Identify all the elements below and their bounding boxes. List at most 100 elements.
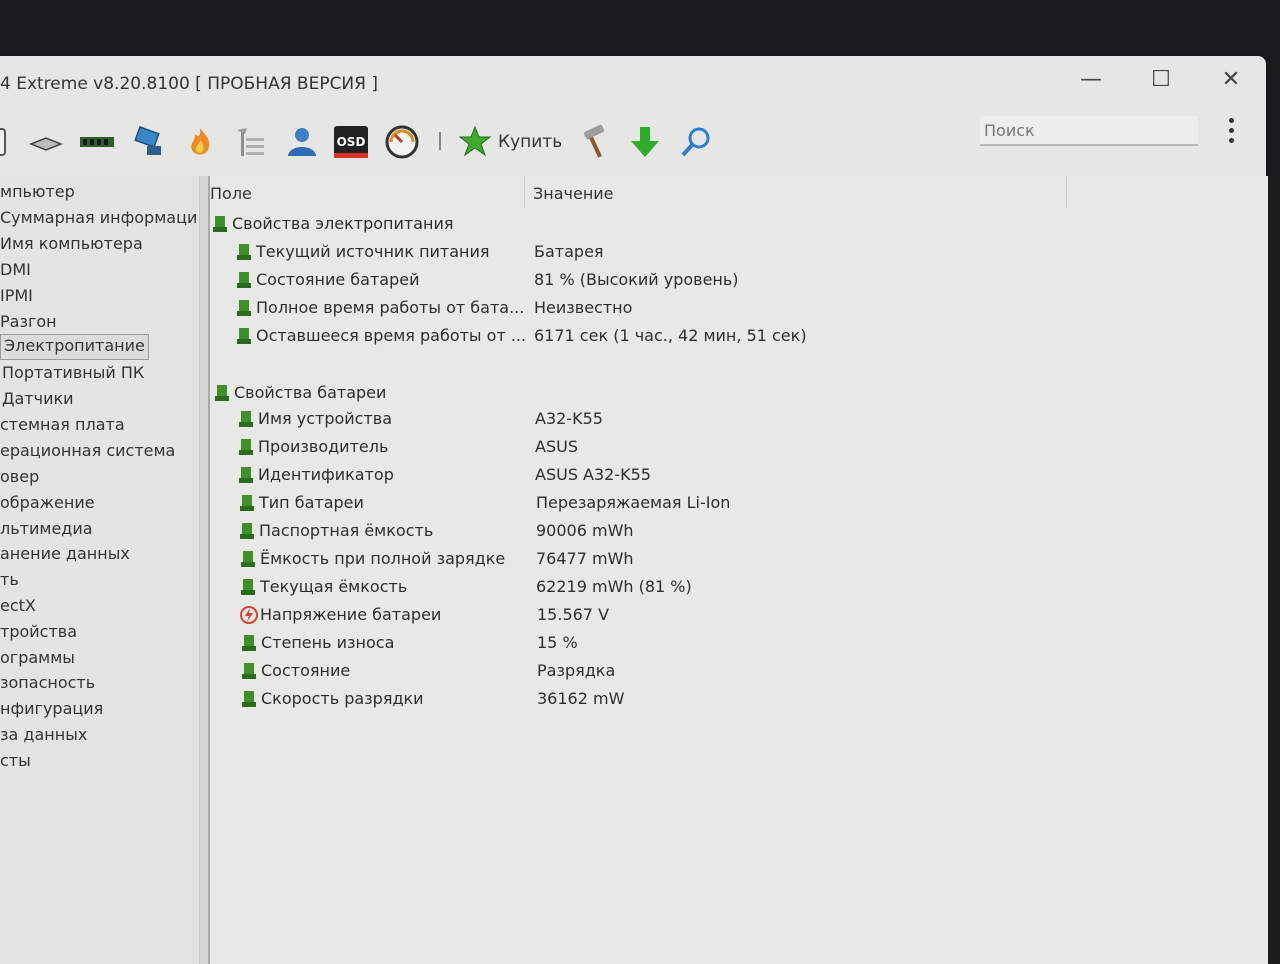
field-name: Степень износа bbox=[261, 633, 395, 652]
field-value: 6171 сек (1 час., 42 мин, 51 сек) bbox=[534, 326, 807, 345]
field-name: Ёмкость при полной зарядке bbox=[260, 549, 506, 568]
field-value: ASUS bbox=[535, 437, 578, 456]
search-icon bbox=[681, 127, 710, 157]
table-row[interactable]: Состояние Разрядка bbox=[210, 658, 1210, 684]
motherboard-icon bbox=[28, 137, 64, 151]
field-name: Идентификатор bbox=[258, 465, 394, 484]
table-row[interactable]: Оставшееся время работы от ... 6171 сек … bbox=[210, 323, 1210, 349]
svg-text:OSD: OSD bbox=[337, 135, 366, 149]
field-value: 36162 mW bbox=[537, 689, 625, 708]
tree-item-ipmi[interactable]: IPMI bbox=[0, 284, 33, 308]
tree-item-display[interactable]: ображение bbox=[0, 491, 95, 515]
network-button[interactable] bbox=[129, 122, 169, 162]
table-row[interactable]: Текущий источник питания Батарея bbox=[210, 239, 1210, 265]
motherboard-button[interactable] bbox=[26, 122, 66, 162]
tree-item-sensors[interactable]: Датчики bbox=[2, 387, 74, 411]
burn-button[interactable] bbox=[180, 122, 220, 162]
computer-button[interactable] bbox=[0, 122, 10, 162]
tree-item-motherboard[interactable]: стемная плата bbox=[0, 413, 125, 437]
tree-item-summary[interactable]: Суммарная информация bbox=[0, 206, 197, 230]
user-icon bbox=[288, 128, 316, 156]
tree-item-config[interactable]: нфигурация bbox=[0, 697, 103, 721]
memory-button[interactable] bbox=[77, 122, 117, 162]
field-name: Полное время работы от бата... bbox=[256, 298, 525, 317]
tree-item-computer[interactable]: мпьютер bbox=[0, 180, 75, 204]
download-button[interactable] bbox=[625, 122, 665, 162]
group-header-power[interactable]: Свойства электропитания bbox=[210, 211, 810, 237]
column-header-value[interactable]: Значение bbox=[533, 180, 614, 208]
table-row[interactable]: Текущая ёмкость 62219 mWh (81 %) bbox=[210, 574, 1210, 600]
field-name: Напряжение батареи bbox=[260, 605, 442, 624]
tools-button[interactable] bbox=[576, 122, 616, 162]
close-button[interactable]: ✕ bbox=[1208, 62, 1254, 96]
tree-item-software[interactable]: ограммы bbox=[0, 646, 75, 670]
details-table: Поле Значение Свойства электропитания Те… bbox=[208, 176, 1268, 964]
pane-splitter[interactable] bbox=[199, 176, 208, 964]
table-row[interactable]: Имя устройства A32-K55 bbox=[210, 406, 1210, 432]
menu-dot-icon bbox=[1228, 117, 1234, 123]
search-box[interactable] bbox=[980, 116, 1198, 146]
tree-item-power[interactable]: Электропитание bbox=[0, 334, 149, 360]
tree-item-network[interactable]: ть bbox=[0, 568, 19, 592]
field-value: A32-K55 bbox=[535, 409, 603, 428]
column-divider[interactable] bbox=[524, 176, 525, 208]
table-row[interactable]: Степень износа 15 % bbox=[210, 630, 1210, 656]
tree-item-database[interactable]: за данных bbox=[0, 723, 87, 747]
table-row[interactable]: Тип батареи Перезаряжаемая Li-Ion bbox=[210, 490, 1210, 516]
tree-item-security[interactable]: зопасность bbox=[0, 671, 95, 695]
benchmark-button[interactable] bbox=[231, 122, 271, 162]
more-menu-button[interactable] bbox=[1218, 112, 1244, 148]
tree-item-server[interactable]: овер bbox=[0, 465, 39, 489]
navigation-tree: мпьютер Суммарная информация Имя компьют… bbox=[0, 176, 197, 964]
table-row[interactable]: Полное время работы от бата... Неизвестн… bbox=[210, 295, 1210, 321]
column-header-field[interactable]: Поле bbox=[210, 180, 252, 208]
tree-item-portable-pc[interactable]: Портативный ПК bbox=[2, 361, 144, 385]
tree-item-directx[interactable]: ectX bbox=[0, 594, 36, 618]
battery-icon bbox=[241, 551, 255, 567]
field-value: Перезаряжаемая Li-Ion bbox=[536, 493, 731, 512]
battery-icon bbox=[240, 523, 254, 539]
field-name: Состояние батарей bbox=[256, 270, 420, 289]
battery-icon bbox=[239, 411, 253, 427]
group-header-battery[interactable]: Свойства батареи bbox=[210, 380, 810, 406]
search-input[interactable] bbox=[980, 116, 1198, 144]
battery-icon bbox=[242, 691, 256, 707]
table-row[interactable]: Напряжение батареи 15.567 V bbox=[210, 602, 1210, 628]
field-name: Состояние bbox=[261, 661, 351, 680]
group-title: Свойства батареи bbox=[234, 383, 387, 402]
osd-button[interactable]: OSD bbox=[331, 122, 371, 162]
tree-item-dmi[interactable]: DMI bbox=[0, 258, 31, 282]
tree-item-tests[interactable]: сты bbox=[0, 749, 31, 773]
table-row[interactable]: Идентификатор ASUS A32-K55 bbox=[210, 462, 1210, 488]
buy-button[interactable]: Купить bbox=[458, 122, 562, 162]
window-title: 4 Extreme v8.20.8100 [ ПРОБНАЯ ВЕРСИЯ ] bbox=[0, 74, 379, 94]
table-row[interactable]: Скорость разрядки 36162 mW bbox=[210, 686, 1210, 712]
search-button[interactable] bbox=[676, 122, 716, 162]
tree-item-storage[interactable]: анение данных bbox=[0, 542, 130, 566]
battery-icon bbox=[241, 579, 255, 595]
table-row[interactable]: Ёмкость при полной зарядке 76477 mWh bbox=[210, 546, 1210, 572]
user-button[interactable] bbox=[280, 122, 320, 162]
field-value: Неизвестно bbox=[534, 298, 633, 317]
table-row[interactable]: Состояние батарей 81 % (Высокий уровень) bbox=[210, 267, 1210, 293]
tree-item-devices[interactable]: тройства bbox=[0, 620, 77, 644]
gauge-button[interactable] bbox=[382, 122, 422, 162]
minimize-button[interactable]: — bbox=[1068, 62, 1114, 96]
field-value: 76477 mWh bbox=[536, 549, 634, 568]
tree-item-os[interactable]: ерационная система bbox=[0, 439, 175, 463]
battery-icon bbox=[237, 244, 251, 260]
tools-icon bbox=[583, 124, 605, 158]
table-row[interactable]: Паспортная ёмкость 90006 mWh bbox=[210, 518, 1210, 544]
column-divider[interactable] bbox=[1066, 176, 1067, 208]
maximize-button[interactable]: ☐ bbox=[1138, 62, 1184, 96]
tree-item-multimedia[interactable]: льтимедиа bbox=[0, 517, 93, 541]
tree-item-overclock[interactable]: Разгон bbox=[0, 310, 57, 334]
field-name: Оставшееся время работы от ... bbox=[256, 326, 527, 345]
menu-dot-icon bbox=[1228, 127, 1234, 133]
tree-item-computer-name[interactable]: Имя компьютера bbox=[0, 232, 143, 256]
toolbar-separator bbox=[439, 132, 441, 150]
field-value: 90006 mWh bbox=[536, 521, 634, 540]
benchmark-icon bbox=[237, 128, 264, 156]
battery-icon bbox=[239, 467, 253, 483]
table-row[interactable]: Производитель ASUS bbox=[210, 434, 1210, 460]
